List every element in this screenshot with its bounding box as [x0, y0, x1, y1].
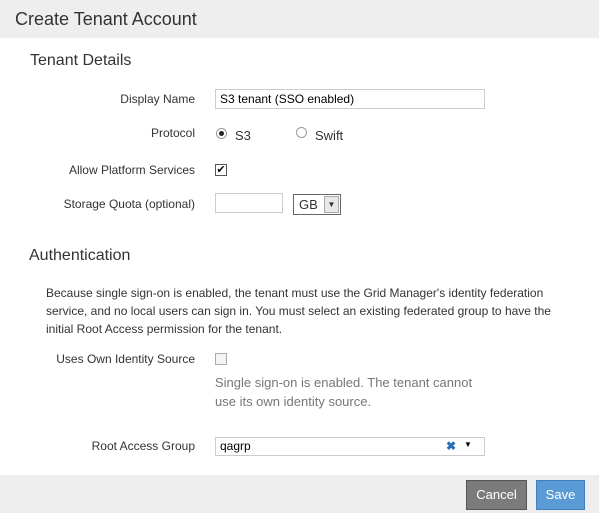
tenant-details-heading: Tenant Details: [30, 52, 132, 69]
cancel-button[interactable]: Cancel: [466, 480, 527, 510]
protocol-s3-radio[interactable]: [216, 128, 227, 139]
own-identity-label: Uses Own Identity Source: [56, 352, 195, 366]
own-identity-checkbox: [215, 353, 227, 365]
display-name-input[interactable]: [215, 89, 485, 109]
protocol-swift-radio[interactable]: [296, 127, 307, 138]
platform-services-checkbox[interactable]: ✔: [215, 164, 227, 176]
root-access-group-value: qagrp: [220, 439, 251, 453]
chevron-down-icon[interactable]: ▼: [464, 440, 472, 449]
root-access-group-label: Root Access Group: [91, 439, 195, 453]
protocol-label: Protocol: [150, 126, 195, 140]
clear-icon[interactable]: ✖: [446, 439, 456, 453]
quota-unit-select[interactable]: GB ▼: [293, 194, 341, 215]
save-button[interactable]: Save: [536, 480, 585, 510]
quota-unit-value: GB: [299, 197, 318, 212]
protocol-swift-label[interactable]: Swift: [315, 128, 343, 143]
platform-services-label: Allow Platform Services: [68, 163, 195, 177]
dialog-title: Create Tenant Account: [15, 9, 197, 29]
root-access-group-select[interactable]: qagrp ✖ ▼: [215, 437, 485, 456]
dialog-header: Create Tenant Account: [0, 0, 599, 38]
authentication-heading: Authentication: [29, 247, 131, 264]
protocol-s3-label[interactable]: S3: [235, 128, 251, 143]
display-name-label: Display Name: [120, 92, 195, 106]
storage-quota-input[interactable]: [215, 193, 283, 213]
storage-quota-label: Storage Quota (optional): [63, 197, 195, 211]
own-identity-help: Single sign-on is enabled. The tenant ca…: [215, 375, 473, 409]
chevron-down-icon: ▼: [324, 196, 339, 213]
authentication-description: Because single sign-on is enabled, the t…: [46, 286, 551, 336]
